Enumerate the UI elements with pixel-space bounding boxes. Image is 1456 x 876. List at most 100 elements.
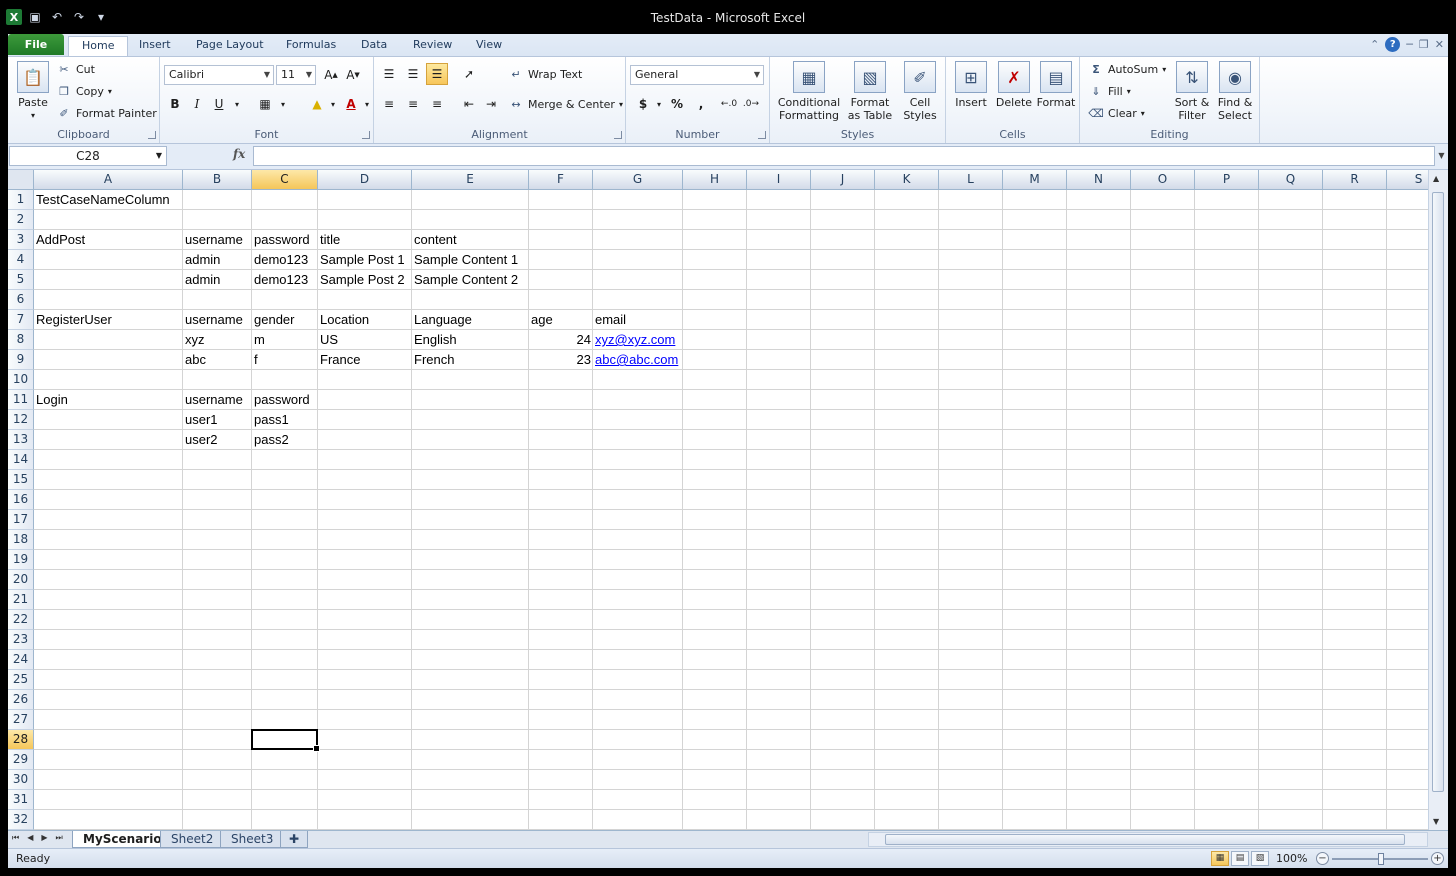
- vertical-scrollbar[interactable]: ▲ ▼: [1428, 170, 1448, 830]
- column-header-l[interactable]: L: [939, 170, 1003, 190]
- row-header-32[interactable]: 32: [8, 810, 34, 830]
- wrap-text-button[interactable]: ↵ Wrap Text: [508, 66, 582, 82]
- row-header-12[interactable]: 12: [8, 410, 34, 430]
- column-header-m[interactable]: M: [1003, 170, 1067, 190]
- column-header-j[interactable]: J: [811, 170, 875, 190]
- row-header-5[interactable]: 5: [8, 270, 34, 290]
- row-header-18[interactable]: 18: [8, 530, 34, 550]
- last-sheet-icon[interactable]: ⏭: [56, 833, 63, 843]
- percent-button[interactable]: %: [666, 93, 688, 115]
- align-middle-icon[interactable]: ☰: [402, 63, 424, 85]
- column-header-b[interactable]: B: [183, 170, 252, 190]
- formula-input[interactable]: [253, 146, 1435, 166]
- zoom-knob[interactable]: [1378, 853, 1384, 865]
- row-header-9[interactable]: 9: [8, 350, 34, 370]
- row-header-21[interactable]: 21: [8, 590, 34, 610]
- grow-font-icon[interactable]: A ▲: [320, 64, 342, 86]
- tab-file[interactable]: File: [8, 34, 64, 55]
- vertical-scroll-thumb[interactable]: [1432, 192, 1444, 792]
- cut-button[interactable]: ✂ Cut: [56, 61, 95, 77]
- active-cell-selection[interactable]: [251, 729, 320, 752]
- minimize-icon[interactable]: ─: [1406, 38, 1413, 51]
- column-header-h[interactable]: H: [683, 170, 747, 190]
- row-header-30[interactable]: 30: [8, 770, 34, 790]
- align-center-icon[interactable]: ≡: [402, 93, 424, 115]
- column-header-i[interactable]: I: [747, 170, 811, 190]
- page-break-view-icon[interactable]: ▧: [1251, 851, 1269, 866]
- align-right-icon[interactable]: ≡: [426, 93, 448, 115]
- zoom-in-icon[interactable]: +: [1431, 852, 1444, 865]
- close-icon[interactable]: ✕: [1435, 38, 1444, 51]
- tab-home[interactable]: Home: [68, 36, 129, 56]
- restore-icon[interactable]: ❐: [1419, 38, 1429, 51]
- zoom-level[interactable]: 100%: [1276, 852, 1307, 865]
- column-header-p[interactable]: P: [1195, 170, 1259, 190]
- cell-hyperlink[interactable]: abc@abc.com: [593, 350, 678, 370]
- borders-dropdown-icon[interactable]: ▾: [272, 93, 294, 115]
- row-header-14[interactable]: 14: [8, 450, 34, 470]
- row-header-4[interactable]: 4: [8, 250, 34, 270]
- underline-dropdown-icon[interactable]: ▾: [226, 93, 248, 115]
- column-header-f[interactable]: F: [529, 170, 593, 190]
- column-header-q[interactable]: Q: [1259, 170, 1323, 190]
- sheet-tab-myscenario[interactable]: MyScenario: [72, 831, 173, 848]
- decrease-decimal-icon[interactable]: .0→: [740, 93, 762, 115]
- format-as-table-button[interactable]: ▧ Format as Table: [844, 61, 896, 122]
- select-all-corner[interactable]: [8, 170, 34, 190]
- column-header-o[interactable]: O: [1131, 170, 1195, 190]
- column-header-n[interactable]: N: [1067, 170, 1131, 190]
- row-header-20[interactable]: 20: [8, 570, 34, 590]
- font-launcher-icon[interactable]: [362, 131, 370, 139]
- number-launcher-icon[interactable]: [758, 131, 766, 139]
- row-header-19[interactable]: 19: [8, 550, 34, 570]
- row-header-2[interactable]: 2: [8, 210, 34, 230]
- increase-decimal-icon[interactable]: ←.0: [718, 93, 740, 115]
- cell-styles-button[interactable]: ✐ Cell Styles: [898, 61, 942, 122]
- sheet-tab-sheet3[interactable]: Sheet3: [220, 831, 285, 848]
- clear-button[interactable]: ⌫ Clear ▾: [1088, 105, 1145, 121]
- paste-button[interactable]: 📋 Paste ▾: [14, 61, 52, 122]
- font-name-select[interactable]: Calibri ▼: [164, 65, 274, 85]
- column-header-d[interactable]: D: [318, 170, 412, 190]
- worksheet-grid[interactable]: A B C D E F G H I J K L M N O P Q R S 1 2 3 4 5 6 7 8 9 10 11 12 13 14 15…: [8, 170, 1448, 830]
- align-bottom-icon[interactable]: ☰: [426, 63, 448, 85]
- tab-data[interactable]: Data: [348, 36, 400, 56]
- merge-center-button[interactable]: ↔ Merge & Center ▾: [508, 96, 623, 112]
- insert-sheet-icon[interactable]: ✚: [280, 831, 309, 848]
- row-header-29[interactable]: 29: [8, 750, 34, 770]
- fill-button[interactable]: ⇓ Fill ▾: [1088, 83, 1130, 99]
- insert-function-icon[interactable]: fx: [233, 147, 245, 161]
- horizontal-scrollbar[interactable]: [868, 832, 1428, 847]
- format-button[interactable]: ▤ Format: [1036, 61, 1076, 109]
- delete-button[interactable]: ✗ Delete: [994, 61, 1034, 109]
- tab-review[interactable]: Review: [400, 36, 465, 56]
- prev-sheet-icon[interactable]: ◀: [27, 833, 33, 843]
- tab-page-layout[interactable]: Page Layout: [183, 36, 277, 56]
- shrink-font-icon[interactable]: A ▼: [342, 64, 364, 86]
- name-box[interactable]: C28 ▼: [9, 146, 167, 166]
- row-header-25[interactable]: 25: [8, 670, 34, 690]
- zoom-out-icon[interactable]: −: [1316, 852, 1329, 865]
- help-icon[interactable]: ?: [1385, 37, 1401, 52]
- italic-button[interactable]: I: [186, 93, 208, 115]
- autosum-button[interactable]: Σ AutoSum ▾: [1088, 61, 1166, 77]
- row-header-16[interactable]: 16: [8, 490, 34, 510]
- find-select-button[interactable]: ◉ Find & Select: [1214, 61, 1256, 122]
- expand-formula-bar-icon[interactable]: ▼: [1436, 146, 1447, 166]
- row-header-7[interactable]: 7: [8, 310, 34, 330]
- page-layout-view-icon[interactable]: ▤: [1231, 851, 1249, 866]
- insert-button[interactable]: ⊞ Insert: [952, 61, 990, 109]
- tab-insert[interactable]: Insert: [126, 36, 184, 56]
- scroll-up-icon[interactable]: ▲: [1433, 174, 1439, 183]
- row-header-27[interactable]: 27: [8, 710, 34, 730]
- zoom-slider[interactable]: − +: [1316, 852, 1444, 866]
- name-box-dropdown-icon[interactable]: ▼: [156, 147, 162, 165]
- row-header-1[interactable]: 1: [8, 190, 34, 210]
- tab-view[interactable]: View: [463, 36, 515, 56]
- minimize-ribbon-icon[interactable]: ⌃: [1370, 38, 1379, 51]
- row-header-13[interactable]: 13: [8, 430, 34, 450]
- decrease-indent-icon[interactable]: ⇤: [458, 93, 480, 115]
- horizontal-scroll-thumb[interactable]: [885, 834, 1405, 845]
- row-header-26[interactable]: 26: [8, 690, 34, 710]
- sort-filter-button[interactable]: ⇅ Sort & Filter: [1172, 61, 1212, 122]
